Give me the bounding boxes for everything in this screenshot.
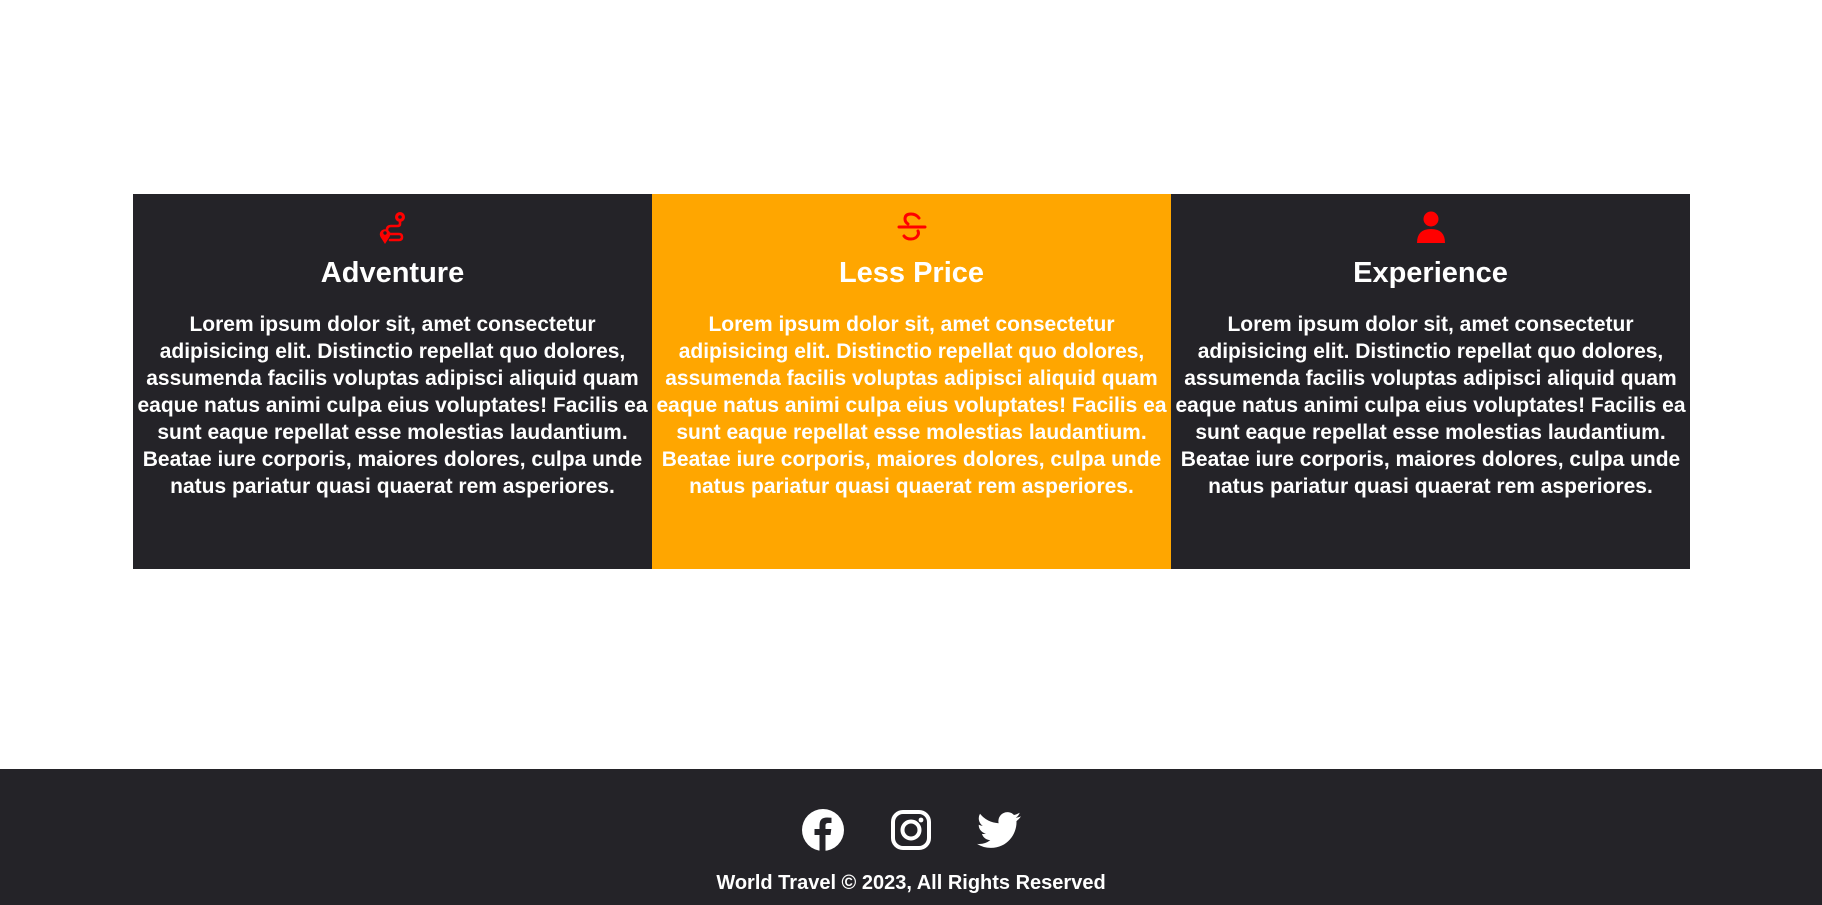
feature-description: Lorem ipsum dolor sit, amet consectetur … <box>137 313 648 498</box>
feature-description: Lorem ipsum dolor sit, amet consectetur … <box>1175 313 1686 498</box>
feature-description: Lorem ipsum dolor sit, amet consectetur … <box>656 313 1167 498</box>
strikethrough-s-icon <box>656 210 1167 244</box>
features-section: Adventure Lorem ipsum dolor sit, amet co… <box>133 194 1690 569</box>
twitter-icon <box>977 812 1021 857</box>
instagram-icon <box>889 810 933 857</box>
feature-card-experience: Experience Lorem ipsum dolor sit, amet c… <box>1171 194 1690 569</box>
copyright-text: World Travel © 2023, All Rights Reserved <box>716 872 1106 894</box>
feature-title: Less Price <box>838 257 985 289</box>
route-icon <box>137 210 648 244</box>
footer: World Travel © 2023, All Rights Reserved <box>0 769 1822 905</box>
social-links <box>0 807 1822 853</box>
feature-card-adventure: Adventure Lorem ipsum dolor sit, amet co… <box>133 194 652 569</box>
page: Adventure Lorem ipsum dolor sit, amet co… <box>0 0 1822 905</box>
feature-card-less-price: Less Price Lorem ipsum dolor sit, amet c… <box>652 194 1171 569</box>
facebook-icon <box>801 809 845 857</box>
feature-title: Adventure <box>320 257 465 289</box>
instagram-link[interactable] <box>889 807 933 853</box>
facebook-link[interactable] <box>801 807 845 853</box>
user-icon <box>1175 210 1686 244</box>
feature-title: Experience <box>1353 257 1508 289</box>
twitter-link[interactable] <box>977 807 1021 853</box>
